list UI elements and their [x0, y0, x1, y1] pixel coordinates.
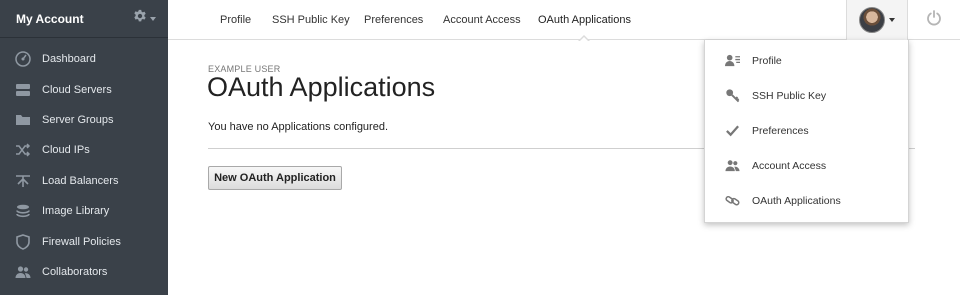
sidebar-item-dashboard[interactable]: Dashboard [0, 44, 168, 74]
sidebar-title: My Account [16, 11, 84, 26]
users-icon [723, 157, 741, 175]
shuffle-icon [14, 141, 32, 159]
sidebar-item-label: Collaborators [42, 265, 108, 278]
sidebar-item-server-groups[interactable]: Server Groups [0, 105, 168, 135]
sidebar-item-cloud-servers[interactable]: Cloud Servers [0, 74, 168, 104]
menu-item-label: Profile [752, 54, 782, 67]
sidebar: My Account Dashboard Cloud Servers Serve… [0, 0, 168, 295]
sidebar-item-label: Cloud Servers [42, 83, 112, 96]
tab-oauth-applications[interactable]: OAuth Applications [538, 0, 631, 40]
empty-state-message: You have no Applications configured. [208, 121, 389, 133]
sidebar-item-label: Image Library [42, 205, 110, 218]
menu-item-preferences[interactable]: Preferences [705, 113, 908, 148]
menu-item-ssh-public-key[interactable]: SSH Public Key [705, 78, 908, 113]
checkmark-icon [723, 122, 741, 140]
tab-ssh-public-key[interactable]: SSH Public Key [272, 0, 350, 40]
stack-icon [14, 202, 32, 220]
menu-item-oauth-applications[interactable]: OAuth Applications [705, 183, 908, 218]
sidebar-nav: Dashboard Cloud Servers Server Groups Cl… [0, 38, 168, 287]
user-dropdown-menu: Profile SSH Public Key Preferences Accou… [704, 40, 909, 223]
tab-account-access[interactable]: Account Access [443, 0, 521, 40]
avatar [859, 7, 885, 33]
sidebar-item-label: Dashboard [42, 53, 96, 66]
sidebar-item-label: Server Groups [42, 113, 114, 126]
sidebar-item-load-balancers[interactable]: Load Balancers [0, 166, 168, 196]
sidebar-item-label: Load Balancers [42, 174, 119, 187]
menu-item-label: Account Access [752, 159, 827, 172]
sidebar-item-label: Cloud IPs [42, 144, 90, 157]
user-menu-toggle[interactable] [846, 0, 908, 40]
sidebar-item-cloud-ips[interactable]: Cloud IPs [0, 135, 168, 165]
logout-button[interactable] [922, 9, 946, 31]
menu-item-label: Preferences [752, 124, 809, 137]
servers-icon [14, 81, 32, 99]
key-icon [723, 87, 741, 105]
folder-icon [14, 111, 32, 129]
sidebar-item-firewall-policies[interactable]: Firewall Policies [0, 226, 168, 256]
shield-icon [14, 233, 32, 251]
sidebar-item-collaborators[interactable]: Collaborators [0, 257, 168, 287]
menu-item-label: SSH Public Key [752, 89, 827, 102]
link-icon [723, 192, 741, 210]
menu-item-profile[interactable]: Profile [705, 43, 908, 78]
chevron-down-icon [150, 16, 156, 21]
users-icon [14, 263, 32, 281]
new-oauth-application-button[interactable]: New OAuth Application [208, 166, 342, 190]
menu-item-account-access[interactable]: Account Access [705, 148, 908, 183]
power-icon [926, 9, 942, 31]
profile-card-icon [723, 52, 741, 70]
chevron-down-icon [889, 18, 895, 22]
sidebar-item-label: Firewall Policies [42, 235, 121, 248]
sidebar-item-image-library[interactable]: Image Library [0, 196, 168, 226]
dashboard-icon [14, 50, 32, 68]
page-title: OAuth Applications [207, 72, 436, 102]
load-balancer-icon [14, 172, 32, 190]
menu-item-label: OAuth Applications [752, 194, 841, 207]
top-nav: Profile SSH Public Key Preferences Accou… [168, 0, 960, 40]
sidebar-header: My Account [0, 0, 168, 38]
account-settings-button[interactable] [133, 9, 156, 28]
tab-profile[interactable]: Profile [220, 0, 251, 40]
gear-icon [133, 9, 147, 28]
tab-preferences[interactable]: Preferences [364, 0, 423, 40]
